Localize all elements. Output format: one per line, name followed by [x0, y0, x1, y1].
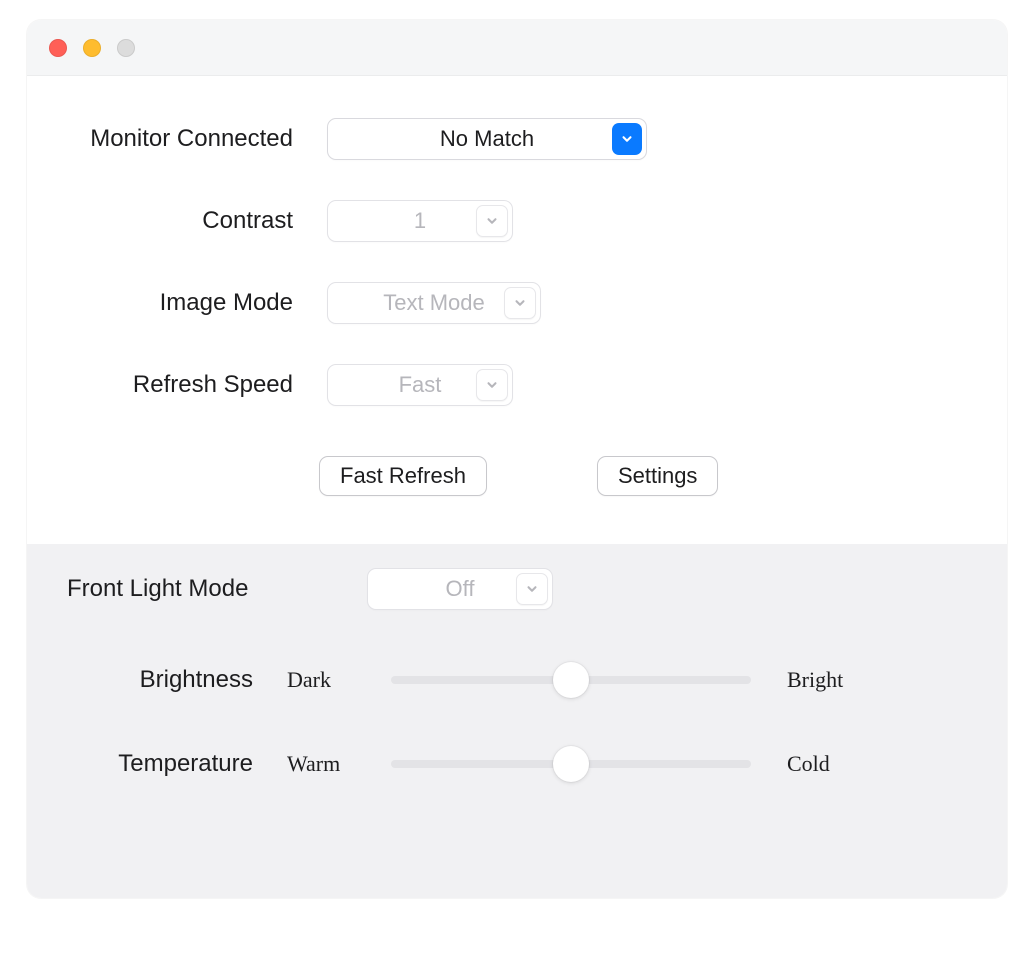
- window-controls: [49, 39, 135, 57]
- contrast-value: 1: [414, 208, 426, 234]
- temperature-thumb[interactable]: [553, 746, 589, 782]
- temperature-slider[interactable]: [391, 760, 751, 768]
- chevron-down-icon[interactable]: [516, 573, 548, 605]
- brightness-thumb[interactable]: [553, 662, 589, 698]
- chevron-down-icon[interactable]: [476, 369, 508, 401]
- image-mode-label: Image Mode: [67, 289, 327, 317]
- chevron-down-icon[interactable]: [504, 287, 536, 319]
- front-light-panel: Front Light Mode Off Brightness Dark Bri…: [27, 544, 1007, 898]
- refresh-speed-dropdown[interactable]: Fast: [327, 364, 513, 406]
- image-mode-row: Image Mode Text Mode: [67, 282, 967, 324]
- front-light-dropdown[interactable]: Off: [367, 568, 553, 610]
- front-light-label: Front Light Mode: [67, 575, 367, 603]
- refresh-speed-label: Refresh Speed: [67, 371, 327, 399]
- settings-button[interactable]: Settings: [597, 456, 719, 496]
- refresh-speed-row: Refresh Speed Fast: [67, 364, 967, 406]
- monitor-value: No Match: [440, 126, 534, 152]
- front-light-value: Off: [446, 576, 475, 602]
- temperature-min-label: Warm: [287, 751, 373, 777]
- brightness-max-label: Bright: [787, 667, 873, 693]
- monitor-dropdown[interactable]: No Match: [327, 118, 647, 160]
- close-icon[interactable]: [49, 39, 67, 57]
- temperature-row: Temperature Warm Cold: [67, 750, 967, 778]
- contrast-stepper[interactable]: 1: [327, 200, 513, 242]
- minimize-icon[interactable]: [83, 39, 101, 57]
- brightness-label: Brightness: [67, 666, 287, 694]
- action-buttons: Fast Refresh Settings: [67, 456, 967, 496]
- refresh-speed-value: Fast: [399, 372, 442, 398]
- titlebar: [27, 20, 1007, 76]
- contrast-row: Contrast 1: [67, 200, 967, 242]
- brightness-row: Brightness Dark Bright: [67, 666, 967, 694]
- chevron-down-icon[interactable]: [476, 205, 508, 237]
- brightness-min-label: Dark: [287, 667, 373, 693]
- temperature-label: Temperature: [67, 750, 287, 778]
- contrast-label: Contrast: [67, 207, 327, 235]
- temperature-max-label: Cold: [787, 751, 873, 777]
- image-mode-value: Text Mode: [383, 290, 485, 316]
- settings-window: Monitor Connected No Match Contrast 1: [27, 20, 1007, 898]
- brightness-slider[interactable]: [391, 676, 751, 684]
- main-settings-panel: Monitor Connected No Match Contrast 1: [27, 76, 1007, 544]
- zoom-icon: [117, 39, 135, 57]
- image-mode-dropdown[interactable]: Text Mode: [327, 282, 541, 324]
- front-light-row: Front Light Mode Off: [67, 568, 967, 610]
- monitor-row: Monitor Connected No Match: [67, 118, 967, 160]
- monitor-label: Monitor Connected: [67, 125, 327, 153]
- fast-refresh-button[interactable]: Fast Refresh: [319, 456, 487, 496]
- chevron-down-icon[interactable]: [612, 123, 642, 155]
